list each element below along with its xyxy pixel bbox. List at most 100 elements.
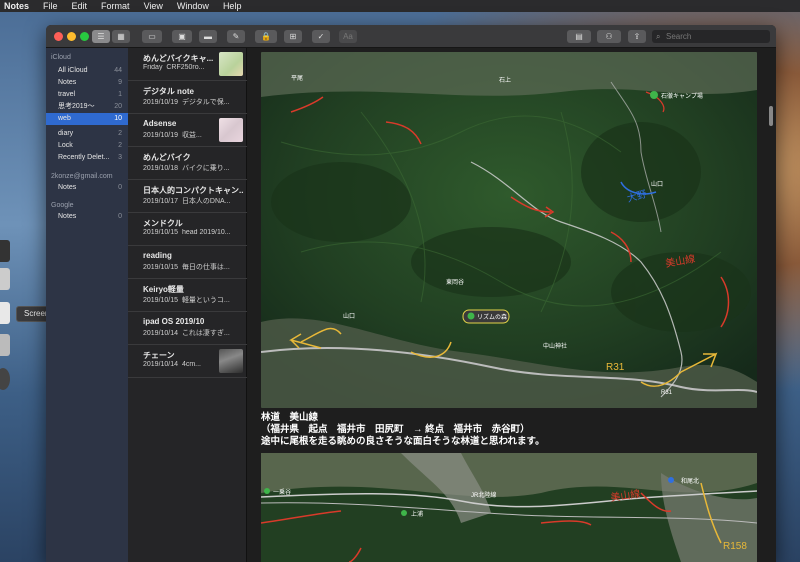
- folder-label: travel: [58, 91, 76, 98]
- menu-view[interactable]: View: [144, 0, 163, 12]
- list-item[interactable]: メンドクル 2019/10/15 head 2019/10...: [128, 213, 247, 246]
- note-thumbnail-image: [219, 118, 243, 142]
- menu-edit[interactable]: Edit: [72, 0, 88, 12]
- minimize-window-button[interactable]: [67, 32, 76, 41]
- sidebar-toggle-icon[interactable]: ▭: [142, 30, 162, 43]
- table-icon[interactable]: ⊞: [284, 30, 302, 43]
- sidebar-item-all-icloud[interactable]: All iCloud 44: [46, 65, 128, 77]
- note-date: 2019/10/17: [143, 198, 179, 205]
- photo-media-icon[interactable]: ▤: [567, 30, 591, 43]
- menu-format[interactable]: Format: [101, 0, 130, 12]
- menu-window[interactable]: Window: [177, 0, 209, 12]
- map-pin-marker: リズムの森: [462, 309, 510, 324]
- note-preview: CRF250ro...: [166, 64, 205, 71]
- map-label-place: JR北陸線: [471, 491, 496, 499]
- note-title: reading: [143, 251, 172, 260]
- note-date: 2019/10/14: [143, 361, 179, 368]
- note-meta: 2019/10/19 収益...: [143, 130, 218, 140]
- note-title: Adsense: [143, 119, 177, 128]
- map-svg: 一乗谷 上浦 和尾北 JR北陸線 美山線 R158: [261, 453, 757, 562]
- list-item[interactable]: Adsense 2019/10/19 収益...: [128, 114, 247, 147]
- list-item[interactable]: めんどバイク 2019/10/18 バイクに乗り...: [128, 147, 247, 180]
- format-icon[interactable]: Aa: [339, 30, 357, 43]
- list-item[interactable]: 日本人的コンパクトキャン... 2019/10/17 日本人のDNA...: [128, 180, 247, 213]
- note-date: 2019/10/18: [143, 165, 179, 172]
- close-window-button[interactable]: [54, 32, 63, 41]
- satellite-map-image: 石徹キャンプ場 リズムの森 平尾 石上 東岡谷 山口 中山神社 山口 美山線 R…: [261, 52, 757, 408]
- folder-label: diary: [58, 130, 74, 137]
- folder-count: 2: [118, 130, 122, 137]
- note-date: 2019/10/19: [143, 99, 179, 106]
- sidebar-item-recently-deleted[interactable]: Recently Delet... 3: [46, 152, 128, 164]
- note-preview: デジタルで保...: [181, 99, 230, 106]
- note-preview: 4cm...: [181, 361, 201, 368]
- sidebar-item-gmail-notes[interactable]: Notes 0: [46, 182, 128, 194]
- sidebar-item-shikou[interactable]: 思考2019〜 20: [46, 101, 128, 113]
- note-thumbnail-map: [219, 52, 243, 76]
- zoom-window-button[interactable]: [80, 32, 89, 41]
- map-label-place: 山口: [651, 180, 663, 188]
- dock-app-icon[interactable]: [0, 268, 10, 290]
- sidebar-item-lock[interactable]: Lock 2: [46, 140, 128, 152]
- gallery-view-icon[interactable]: ▦: [112, 30, 130, 43]
- map-label-road: R31: [661, 390, 673, 396]
- note-date: Friday: [143, 64, 163, 71]
- sidebar-item-diary[interactable]: diary 2: [46, 128, 128, 140]
- note-title: めんどバイクキャ...: [143, 54, 214, 63]
- folder-label: Notes: [58, 79, 77, 86]
- map-label-camp: 石徹キャンプ場: [661, 92, 703, 100]
- list-item[interactable]: reading 2019/10/15 毎日の仕事は...: [128, 246, 247, 279]
- note-preview: これは凄すぎ...: [181, 330, 230, 337]
- note-preview: 軽量というコ...: [181, 297, 230, 304]
- menu-bar: Notes File Edit Format View Window Help: [0, 0, 800, 12]
- vertical-scrollbar[interactable]: [769, 106, 773, 126]
- note-meta: 2019/10/15 head 2019/10...: [143, 229, 243, 236]
- menu-help[interactable]: Help: [223, 0, 242, 12]
- list-view-icon[interactable]: ☰: [92, 30, 110, 43]
- note-title: チェーン: [143, 351, 175, 360]
- sidebar-section-google: Google: [51, 202, 74, 209]
- list-item[interactable]: Keiryo軽量 2019/10/15 軽量というコ...: [128, 279, 247, 312]
- compose-icon[interactable]: ✎: [227, 30, 245, 43]
- lock-icon[interactable]: 🔒: [255, 30, 277, 43]
- map-label-place: 平尾: [291, 75, 303, 82]
- sidebar-item-travel[interactable]: travel 1: [46, 89, 128, 101]
- menu-file[interactable]: File: [43, 0, 58, 12]
- checklist-icon[interactable]: ✓: [312, 30, 330, 43]
- note-thumbnail-photo: [219, 349, 243, 373]
- note-editor[interactable]: 石徹キャンプ場 リズムの森 平尾 石上 東岡谷 山口 中山神社 山口 美山線 R…: [247, 48, 776, 562]
- share-collab-icon[interactable]: ⚇: [597, 30, 621, 43]
- attachments-icon[interactable]: ▣: [172, 30, 192, 43]
- folder-label: Lock: [58, 142, 73, 149]
- list-item[interactable]: ipad OS 2019/10 2019/10/14 これは凄すぎ...: [128, 312, 247, 345]
- list-item[interactable]: デジタル note 2019/10/19 デジタルで保...: [128, 81, 247, 114]
- folder-label: Notes: [58, 184, 77, 191]
- folder-count: 2: [118, 142, 122, 149]
- delete-trash-icon[interactable]: ▬: [199, 30, 217, 43]
- list-item[interactable]: めんどバイクキャ... Friday CRF250ro...: [128, 48, 247, 81]
- folder-count: 44: [114, 67, 122, 74]
- share-icon[interactable]: ⇪: [628, 30, 646, 43]
- dock-app-icon[interactable]: [0, 240, 10, 262]
- sidebar-item-notes[interactable]: Notes 9: [46, 77, 128, 89]
- folder-count: 0: [118, 184, 122, 191]
- map-label-place: 山口: [343, 312, 355, 320]
- dock-app-icon[interactable]: [0, 334, 10, 356]
- note-meta: Friday CRF250ro...: [143, 64, 218, 71]
- list-item[interactable]: チェーン 2019/10/14 4cm...: [128, 345, 247, 378]
- note-date: 2019/10/15: [143, 297, 179, 304]
- folders-sidebar: iCloud All iCloud 44 Notes 9 travel 1 思考201…: [46, 48, 128, 562]
- note-title: メンドクル: [143, 219, 183, 228]
- note-line: 途中に尾根を走る眺めの良さそうな面白そうな林道と思われます。: [261, 436, 545, 447]
- map-label-place: 中山神社: [543, 342, 567, 350]
- dock-app-icon[interactable]: [0, 368, 10, 390]
- note-meta: 2019/10/15 毎日の仕事は...: [143, 262, 243, 272]
- sidebar-item-google-notes[interactable]: Notes 0: [46, 211, 128, 223]
- menu-app-name[interactable]: Notes: [4, 0, 29, 12]
- search-input[interactable]: ⌕ Search: [652, 30, 770, 43]
- map-label-place: 石上: [499, 76, 511, 84]
- dock-app-icon[interactable]: [0, 302, 10, 324]
- map-label-place: 一乗谷: [273, 488, 291, 496]
- note-meta: 2019/10/19 デジタルで保...: [143, 97, 243, 107]
- sidebar-item-web[interactable]: web 10: [46, 113, 128, 125]
